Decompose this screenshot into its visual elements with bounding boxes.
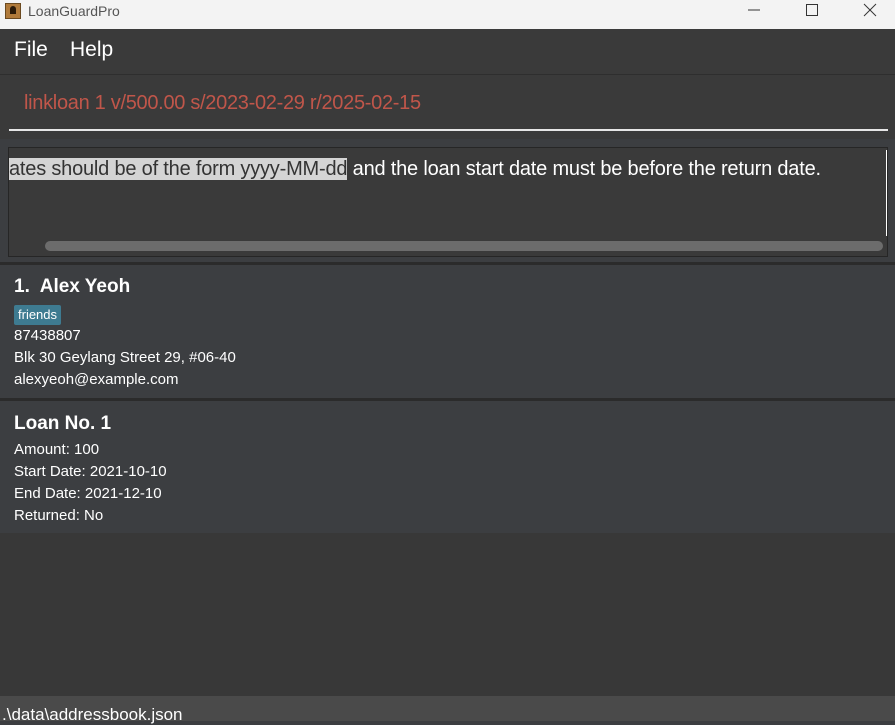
text-caret — [886, 150, 887, 236]
minimize-button[interactable] — [731, 0, 777, 22]
close-icon — [863, 3, 877, 17]
window-title: LoanGuardPro — [28, 3, 120, 19]
horizontal-scrollbar[interactable] — [39, 239, 887, 253]
loan-card[interactable]: Loan No. 1 Amount: 100 Start Date: 2021-… — [0, 401, 895, 533]
app-person-icon — [5, 3, 21, 19]
maximize-icon — [806, 4, 818, 16]
command-input[interactable]: linkloan 1 v/500.00 s/2023-02-29 r/2025-… — [9, 75, 888, 131]
loan-start-date: Start Date: 2021-10-10 — [14, 463, 167, 480]
command-text: linkloan 1 v/500.00 s/2023-02-29 r/2025-… — [24, 92, 421, 114]
person-name: Alex Yeoh — [39, 276, 131, 297]
person-phone: 87438807 — [14, 327, 81, 344]
list-empty-area — [0, 533, 895, 696]
menu-help[interactable]: Help — [70, 38, 113, 62]
person-index: 1. — [14, 276, 30, 297]
person-name-row: 1. Alex Yeoh — [14, 276, 130, 298]
status-bar: .\data\addressbook.json — [0, 696, 895, 724]
maximize-button[interactable] — [789, 0, 835, 22]
tag-badge: friends — [14, 305, 62, 325]
result-message: ates should be of the form yyyy-MM-dd an… — [9, 158, 821, 181]
command-box: linkloan 1 v/500.00 s/2023-02-29 r/2025-… — [0, 75, 895, 139]
scrollbar-thumb[interactable] — [45, 241, 883, 251]
close-button[interactable] — [847, 0, 893, 22]
save-location: .\data\addressbook.json — [2, 705, 183, 724]
minimize-icon — [748, 9, 760, 11]
loan-end-date: End Date: 2021-12-10 — [14, 485, 162, 502]
loan-amount: Amount: 100 — [14, 441, 100, 458]
loan-returned: Returned: No — [14, 507, 104, 524]
window-title-bar[interactable]: LoanGuardPro — [0, 0, 895, 29]
result-remaining-text: and the loan start date must be before t… — [347, 158, 821, 180]
result-display[interactable]: ates should be of the form yyyy-MM-dd an… — [8, 147, 888, 257]
menu-file[interactable]: File — [14, 38, 48, 62]
result-selected-text: ates should be of the form yyyy-MM-dd — [9, 158, 348, 180]
person-card[interactable]: 1. Alex Yeoh friends 87438807 Blk 30 Gey… — [0, 265, 895, 398]
loan-title: Loan No. 1 — [14, 413, 112, 434]
menu-bar: File Help — [0, 29, 895, 75]
person-address: Blk 30 Geylang Street 29, #06-40 — [14, 349, 236, 366]
person-email: alexyeoh@example.com — [14, 371, 179, 388]
